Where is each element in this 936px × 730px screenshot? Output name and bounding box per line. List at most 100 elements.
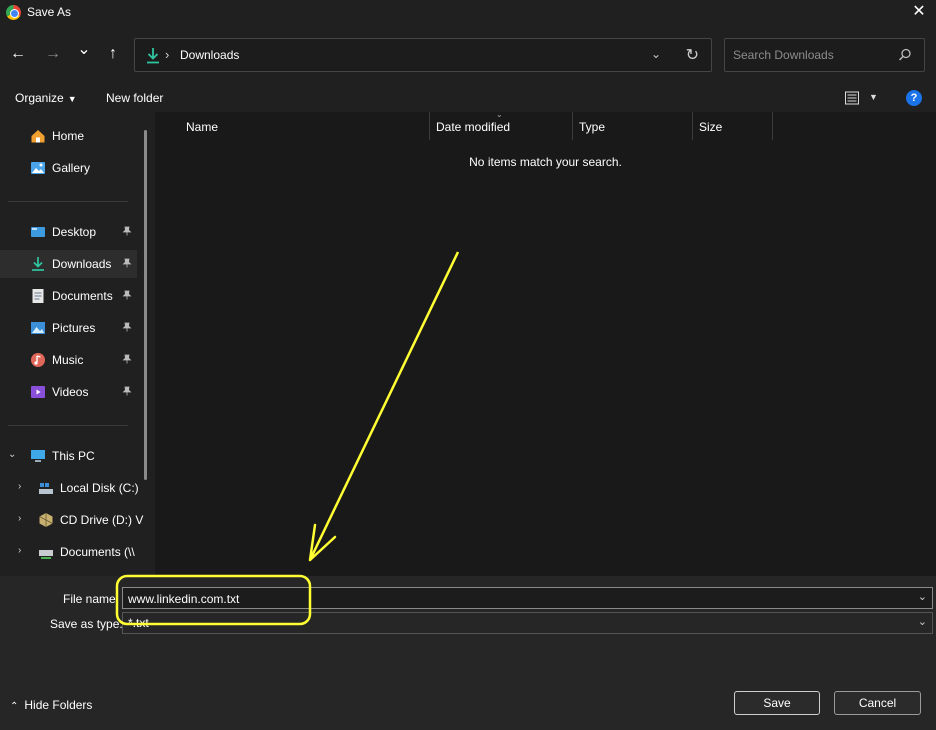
videos-icon (31, 386, 45, 398)
sidebar-label: Home (52, 129, 85, 143)
organize-caret-icon: ▼ (67, 94, 77, 104)
sidebar-item-downloads[interactable]: Downloads (0, 250, 137, 278)
sidebar-label: Music (52, 353, 84, 367)
save-button[interactable]: Save (734, 691, 820, 715)
pin-glyph-icon (122, 322, 132, 332)
sidebar-item-local-disk[interactable]: › Local Disk (C:) (0, 474, 139, 502)
command-bar: Organize ▼ New folder ▼ ? (0, 84, 936, 112)
column-label: Size (699, 120, 723, 134)
pin-icon[interactable] (122, 258, 132, 271)
column-header-name[interactable]: Name (180, 112, 430, 140)
new-folder-button[interactable]: New folder (106, 91, 163, 105)
title-bar: Save As ✕ (0, 0, 936, 26)
sidebar-label: Gallery (52, 161, 91, 175)
pictures-icon (31, 322, 45, 334)
address-dropdown-icon[interactable]: ⌄ (651, 47, 661, 61)
sidebar-item-this-pc[interactable]: ⌄ This PC (0, 442, 137, 470)
sort-chevron-icon: ⌄ (496, 110, 503, 119)
help-icon[interactable]: ? (906, 90, 922, 106)
download-icon (147, 48, 159, 64)
home-icon (31, 130, 45, 143)
sidebar-label: Local Disk (C:) (60, 481, 139, 495)
up-icon[interactable]: ↑ (102, 43, 124, 65)
view-options-icon[interactable] (845, 91, 859, 105)
file-name-combobox[interactable]: ⌄ (122, 587, 933, 609)
sidebar-scrollbar[interactable] (144, 130, 147, 480)
save-form: File name: ⌄ Save as type: *.txt ⌄ ⌃ Hide… (0, 576, 936, 730)
sidebar-label: This PC (52, 449, 95, 463)
chrome-icon (6, 5, 21, 20)
save-as-type-label: Save as type: (50, 617, 123, 631)
sidebar-label: Downloads (52, 257, 112, 271)
refresh-icon[interactable]: ↻ (686, 45, 699, 65)
pin-icon[interactable] (122, 354, 132, 367)
pin-glyph-icon (122, 386, 132, 396)
column-label: Date modified (436, 120, 511, 134)
sidebar-item-documents[interactable]: Documents (0, 282, 137, 310)
this-pc-icon (31, 450, 45, 462)
breadcrumb-separator: › (165, 47, 170, 62)
sidebar-divider (8, 425, 128, 426)
search-input[interactable] (733, 47, 893, 63)
sidebar-label: Documents (52, 289, 113, 303)
local-disk-icon (39, 483, 53, 494)
pin-glyph-icon (122, 258, 132, 268)
sidebar-item-videos[interactable]: Videos (0, 378, 137, 406)
file-name-input[interactable] (128, 591, 908, 606)
expand-chevron-icon[interactable]: › (18, 513, 21, 524)
pin-glyph-icon (122, 290, 132, 300)
music-icon (31, 353, 45, 367)
gallery-icon (31, 162, 45, 174)
sidebar-label: Desktop (52, 225, 97, 239)
network-drive-icon (39, 550, 53, 559)
sidebar-item-music[interactable]: Music (0, 346, 137, 374)
navigation-pane: Home Gallery Desktop Downloads Documents… (0, 112, 155, 576)
file-name-dropdown-icon[interactable]: ⌄ (918, 590, 927, 603)
desktop-icon (31, 227, 45, 237)
expand-chevron-icon[interactable]: › (18, 481, 21, 492)
sidebar-item-home[interactable]: Home (0, 122, 137, 150)
sidebar-label: Videos (52, 385, 89, 399)
search-icon (898, 48, 911, 61)
organize-button[interactable]: Organize ▼ (15, 91, 77, 105)
navigation-bar: ← → ⌄ ↑ › Downloads ⌄ ↻ (0, 26, 936, 84)
pin-icon[interactable] (122, 226, 132, 239)
window-title: Save As (27, 5, 72, 19)
hide-folders-button[interactable]: ⌃ Hide Folders (10, 698, 92, 712)
forward-icon[interactable]: → (42, 43, 64, 65)
back-icon[interactable]: ← (7, 43, 29, 65)
file-list[interactable]: Name Date modified ⌄ Type Size No items … (155, 110, 936, 576)
save-as-type-value: *.txt (128, 616, 149, 630)
search-box[interactable] (724, 38, 925, 72)
expand-chevron-icon[interactable]: › (18, 545, 21, 556)
collapse-chevron-icon[interactable]: ⌄ (8, 449, 16, 460)
sidebar-item-cd-drive[interactable]: › CD Drive (D:) V (0, 506, 143, 534)
organize-label: Organize (15, 91, 64, 105)
pin-glyph-icon (122, 226, 132, 236)
column-header-type[interactable]: Type (573, 112, 693, 140)
sidebar-item-gallery[interactable]: Gallery (0, 154, 137, 182)
sidebar-label: CD Drive (D:) V (60, 513, 144, 527)
column-label: Type (579, 120, 606, 134)
cancel-button[interactable]: Cancel (834, 691, 921, 715)
save-as-type-select[interactable]: *.txt ⌄ (122, 612, 933, 634)
column-header-size[interactable]: Size (693, 112, 773, 140)
breadcrumb-downloads[interactable]: Downloads (180, 48, 239, 62)
save-as-type-dropdown-icon[interactable]: ⌄ (918, 615, 927, 628)
sidebar-item-pictures[interactable]: Pictures (0, 314, 137, 342)
pin-icon[interactable] (122, 290, 132, 303)
address-bar[interactable]: › Downloads ⌄ ↻ (134, 38, 712, 72)
recent-locations-chevron-icon[interactable]: ⌄ (73, 39, 95, 61)
pin-icon[interactable] (122, 386, 132, 399)
pin-icon[interactable] (122, 322, 132, 335)
sidebar-divider (8, 201, 128, 202)
view-dropdown-icon[interactable]: ▼ (869, 92, 878, 102)
column-label: Name (186, 120, 219, 134)
sidebar-label: Pictures (52, 321, 96, 335)
close-icon[interactable]: ✕ (908, 2, 930, 24)
empty-state-message: No items match your search. (469, 155, 622, 169)
sidebar-item-network-documents[interactable]: › Documents (\\ (0, 538, 137, 566)
pin-glyph-icon (122, 354, 132, 364)
cd-drive-icon (39, 513, 53, 527)
sidebar-item-desktop[interactable]: Desktop (0, 218, 137, 246)
